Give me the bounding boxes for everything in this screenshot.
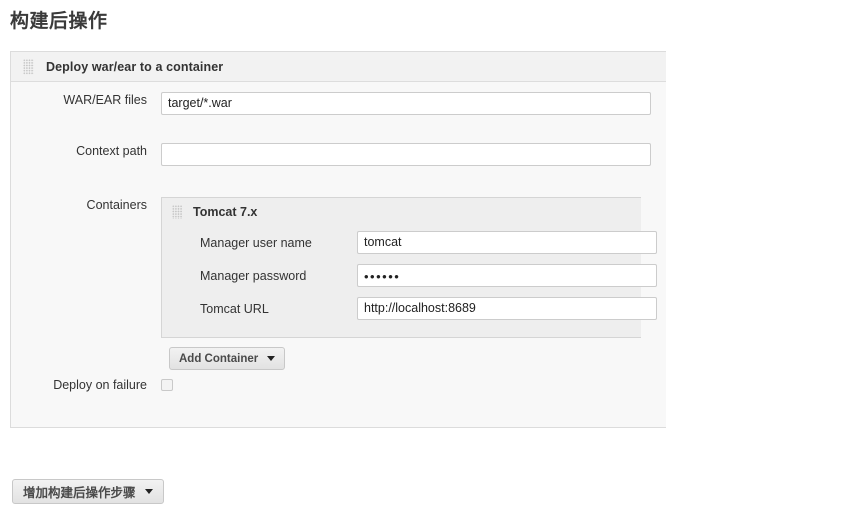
context-path-label: Context path (76, 144, 147, 158)
container-tomcat-body: Manager user name Manager password •••••… (162, 226, 657, 337)
war-ear-files-label: WAR/EAR files (63, 93, 147, 107)
deploy-on-failure-row: Deploy on failure (11, 370, 666, 427)
tomcat-url-field (357, 297, 657, 320)
manager-password-row: Manager password •••••• (162, 259, 657, 292)
post-build-action-header[interactable]: Deploy war/ear to a container (11, 52, 666, 82)
post-build-page: 构建后操作 Deploy war/ear to a container WAR/… (0, 0, 666, 511)
manager-password-input[interactable]: •••••• (357, 264, 657, 287)
tomcat-url-row: Tomcat URL (162, 292, 657, 325)
containers-row: Containers Tomcat 7.x Manager user name (11, 179, 666, 370)
caret-down-icon (144, 489, 153, 494)
add-post-build-step-label: 增加构建后操作步骤 (23, 486, 136, 500)
container-tomcat-header[interactable]: Tomcat 7.x (162, 198, 641, 226)
post-build-action-body: WAR/EAR files Context path Containers (11, 82, 666, 427)
manager-password-label: Manager password (200, 268, 307, 283)
tomcat-url-input[interactable] (357, 297, 657, 320)
caret-down-icon (267, 356, 276, 361)
drag-grip-icon[interactable] (172, 205, 182, 219)
war-ear-files-input[interactable] (161, 92, 651, 115)
context-path-field (161, 143, 666, 166)
add-container-button[interactable]: Add Container (169, 347, 286, 370)
manager-user-name-row: Manager user name (162, 226, 657, 259)
deploy-on-failure-label: Deploy on failure (53, 378, 147, 392)
tomcat-url-label: Tomcat URL (200, 301, 269, 316)
war-ear-files-field (161, 92, 666, 115)
container-tomcat-title: Tomcat 7.x (193, 205, 258, 219)
war-ear-files-row: WAR/EAR files (11, 82, 666, 128)
manager-user-name-input[interactable] (357, 231, 657, 254)
add-post-build-step-button[interactable]: 增加构建后操作步骤 (12, 479, 164, 504)
page-title: 构建后操作 (10, 11, 108, 32)
context-path-row: Context path (11, 128, 666, 179)
add-container-label: Add Container (179, 352, 259, 365)
context-path-input[interactable] (161, 143, 651, 166)
container-tomcat-block: Tomcat 7.x Manager user name Manager pas… (161, 197, 657, 338)
post-build-action-title: Deploy war/ear to a container (46, 59, 224, 74)
containers-field: Tomcat 7.x Manager user name Manager pas… (161, 197, 666, 370)
add-container-wrap: Add Container (161, 338, 666, 370)
drag-grip-icon[interactable] (23, 58, 34, 75)
manager-password-field: •••••• (357, 264, 657, 287)
post-build-action-block: Deploy war/ear to a container WAR/EAR fi… (10, 51, 666, 428)
manager-user-name-field (357, 231, 657, 254)
manager-user-name-label: Manager user name (200, 235, 312, 250)
deploy-on-failure-field (161, 377, 666, 391)
containers-label: Containers (86, 198, 147, 212)
add-post-build-step-wrap: 增加构建后操作步骤 (12, 479, 164, 504)
deploy-on-failure-checkbox[interactable] (161, 378, 173, 391)
